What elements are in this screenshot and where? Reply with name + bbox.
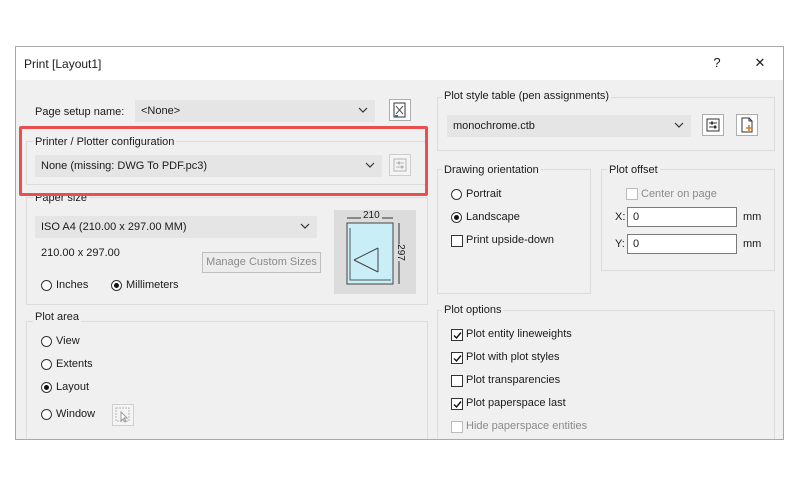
upside-down-label: Print upside-down <box>466 234 555 246</box>
manage-custom-sizes-button[interactable]: Manage Custom Sizes <box>202 252 321 273</box>
offset-y-label: Y: <box>615 238 625 250</box>
highlight-box <box>19 126 428 196</box>
print-dialog: Print [Layout1] ? ✕ Page setup name: <No… <box>15 46 784 440</box>
cursor-icon <box>115 407 130 423</box>
page-setup-combo[interactable]: <None> <box>135 100 375 122</box>
plot-options-group-label: Plot options <box>442 304 504 316</box>
inches-label: Inches <box>56 279 89 291</box>
transparencies-checkbox[interactable] <box>451 375 463 387</box>
orientation-group-label: Drawing orientation <box>442 164 541 176</box>
page-setup-value: <None> <box>141 105 181 117</box>
plot-styles-checkbox[interactable] <box>451 352 463 364</box>
checkmark-icon <box>453 401 462 409</box>
landscape-label: Landscape <box>466 211 520 223</box>
plot-offset-group-label: Plot offset <box>607 164 660 176</box>
page-setup-add-button[interactable] <box>389 99 411 121</box>
lineweights-label: Plot entity lineweights <box>466 328 572 340</box>
paper-size-value: ISO A4 (210.00 x 297.00 MM) <box>41 221 187 233</box>
plot-style-new-button[interactable] <box>736 114 758 136</box>
preview-height-label: 297 <box>394 244 406 261</box>
plot-area-group-label: Plot area <box>33 311 82 323</box>
pick-window-button[interactable] <box>112 404 134 426</box>
page-setup-label: Page setup name: <box>35 106 125 118</box>
view-radio[interactable] <box>41 336 52 347</box>
paper-dimensions: 210.00 x 297.00 <box>41 247 120 259</box>
millimeters-radio[interactable] <box>111 280 122 291</box>
paperspace-last-label: Plot paperspace last <box>466 397 566 409</box>
center-on-page-checkbox[interactable] <box>626 188 638 200</box>
paperspace-last-checkbox[interactable] <box>451 398 463 410</box>
lineweights-checkbox[interactable] <box>451 329 463 341</box>
offset-x-value: 0 <box>633 211 640 223</box>
page-setup-icon <box>393 102 406 118</box>
orientation-group <box>437 169 591 294</box>
chevron-down-icon <box>300 223 310 229</box>
offset-y-value: 0 <box>633 238 640 250</box>
hide-paperspace-label: Hide paperspace entities <box>466 420 588 432</box>
upside-down-checkbox[interactable] <box>451 235 463 247</box>
offset-x-input[interactable]: 0 <box>627 207 737 227</box>
chevron-down-icon <box>358 107 368 113</box>
plot-styles-label: Plot with plot styles <box>466 351 560 363</box>
window-label: Window <box>56 408 96 420</box>
checkmark-icon <box>453 355 462 363</box>
extents-radio[interactable] <box>41 359 52 370</box>
plot-style-value: monochrome.ctb <box>453 120 535 132</box>
plot-style-edit-button[interactable] <box>702 114 724 136</box>
chevron-down-icon <box>674 122 684 128</box>
checkmark-icon <box>453 332 462 340</box>
portrait-label: Portrait <box>466 188 502 200</box>
dialog-title: Print [Layout1] <box>24 57 102 71</box>
layout-label: Layout <box>56 381 90 393</box>
new-file-icon <box>741 117 753 133</box>
plot-style-combo[interactable]: monochrome.ctb <box>447 115 691 137</box>
inches-radio[interactable] <box>41 280 52 291</box>
paper-size-combo[interactable]: ISO A4 (210.00 x 297.00 MM) <box>35 216 317 238</box>
layout-radio[interactable] <box>41 382 52 393</box>
window-radio[interactable] <box>41 409 52 420</box>
portrait-radio[interactable] <box>451 189 462 200</box>
offset-y-unit: mm <box>743 238 762 250</box>
extents-label: Extents <box>56 358 93 370</box>
millimeters-label: Millimeters <box>126 279 179 291</box>
view-label: View <box>56 335 80 347</box>
close-button[interactable]: ✕ <box>749 52 771 74</box>
center-on-page-label: Center on page <box>641 188 717 200</box>
properties-icon <box>706 118 720 132</box>
plot-style-group-label: Plot style table (pen assignments) <box>442 90 612 102</box>
title-bar: Print [Layout1] ? ✕ <box>16 47 783 80</box>
help-button[interactable]: ? <box>706 52 728 74</box>
offset-x-unit: mm <box>743 211 762 223</box>
offset-y-input[interactable]: 0 <box>627 234 737 254</box>
transparencies-label: Plot transparencies <box>466 374 561 386</box>
hide-paperspace-checkbox[interactable] <box>451 421 463 433</box>
landscape-radio[interactable] <box>451 212 462 223</box>
offset-x-label: X: <box>615 211 626 223</box>
paper-preview: 210 297 <box>334 210 416 294</box>
preview-width-label: 210 <box>361 210 382 221</box>
